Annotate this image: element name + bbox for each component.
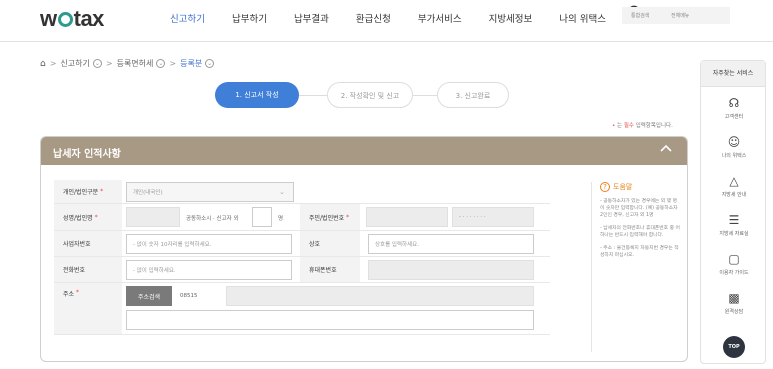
step-confirm: 2. 작성확인 및 신고 [327, 82, 413, 108]
guide-icon: ▢ [728, 252, 740, 266]
help-box: ? 도움말 - 공동하소자가 있는 경우에는 외 몇 명 이 숫자만 입력합니다… [591, 182, 681, 352]
address-search-button[interactable]: 주소검색 [126, 286, 172, 306]
phone-field[interactable]: - 없이 입력하세요. [126, 260, 292, 280]
phone-label: 전화번호 [54, 257, 122, 282]
sidebar-item-customer-center[interactable]: ☊ 고객센터 [701, 96, 767, 121]
rrn-label: 주민/법인번호 * [300, 204, 360, 230]
nav-local-tax-info[interactable]: 지방세정보 [489, 11, 533, 25]
chevron-down-icon[interactable]: ⌄ [92, 59, 102, 68]
breadcrumb-item-registration[interactable]: 등록분 [180, 58, 202, 69]
main-nav: 신고하기 납부하기 납부결과 환급신청 부가서비스 지방세정보 나의 위택스 [170, 11, 633, 25]
chevron-down-icon[interactable]: ⌄ [205, 59, 215, 68]
breadcrumb-separator: > [105, 59, 113, 68]
co-owner-count-field[interactable] [252, 207, 272, 227]
nav-additional-services[interactable]: 부가서비스 [418, 11, 462, 25]
form-row-bizno: 사업자번호 - 없이 숫자 10자리를 입력하세요. 상호 상호를 입력하세요. [54, 231, 550, 257]
help-item: - 주소 : 물건등록지 자동지번 경우는 작성하지 마십시오. [600, 246, 679, 258]
type-label: 개인/법인구분 * [54, 180, 122, 203]
chevron-down-icon: ⌄ [279, 188, 285, 196]
breadcrumb-separator: > [49, 59, 57, 68]
address-line1-field[interactable] [226, 286, 534, 306]
breadcrumb: ⌂ > 신고하기 ⌄ > 등록면허세 ⌄ > 등록분 ⌄ [40, 58, 215, 69]
step-complete: 3. 신고완료 [437, 82, 509, 108]
co-owner-unit: 명 [278, 216, 284, 222]
chevron-up-icon[interactable] [659, 142, 673, 160]
help-title: ? 도움말 [600, 182, 681, 192]
nav-payment[interactable]: 납부하기 [232, 11, 267, 25]
trade-name-label: 상호 [300, 231, 360, 256]
rrn-back-field[interactable]: - · · · · · · · [452, 207, 534, 227]
menu-label: 전체메뉴 [662, 7, 730, 24]
address-label: 주소 * [54, 283, 122, 334]
help-item: - 납세자의 전화번호나 휴대폰번호 중 어 하나는 반드시 입력해야 합니다. [600, 226, 680, 238]
type-select[interactable]: 개인(내국인) ⌄ [126, 182, 294, 202]
nav-refund[interactable]: 환급신청 [356, 11, 391, 25]
address-line2-field[interactable] [126, 310, 534, 330]
sidebar-item-my-wetax[interactable]: ☺ 나의 위택스 [701, 135, 767, 160]
nav-my-wetax[interactable]: 나의 위택스 [559, 11, 606, 25]
required-note: • 는 필수 입력항목입니다. [612, 123, 673, 129]
sidebar-item-remote-support[interactable]: ▩ 원격상담 [701, 291, 767, 316]
tax-bag-icon: △ [729, 174, 739, 188]
sidebar-item-user-guide[interactable]: ▢ 이용자 가이드 [701, 252, 767, 277]
list-icon: ☰ [728, 213, 740, 227]
question-icon: ? [600, 182, 610, 192]
breadcrumb-separator: > [169, 59, 177, 68]
name-label: 성명/법인명 * [54, 204, 122, 230]
full-menu-button[interactable]: 전체메뉴 [662, 5, 730, 24]
wetax-logo[interactable]: w tax [40, 6, 104, 32]
sidebar-item-local-tax-guide[interactable]: △ 지방세 안내 [701, 174, 767, 199]
progress-steps: 1. 신고서 작성 2. 작성확인 및 신고 3. 신고완료 [215, 82, 515, 110]
top-header: w tax 신고하기 납부하기 납부결과 환급신청 부가서비스 지방세정보 나의 … [0, 0, 773, 42]
sidebar-title: 자주찾는 서비스 [701, 61, 765, 87]
panel-title: 납세자 인적사항 [53, 149, 121, 160]
form-row-phone: 전화번호 - 없이 입력하세요. 휴대폰번호 [54, 257, 550, 283]
nav-report[interactable]: 신고하기 [170, 11, 205, 25]
help-item: - 공동하소자가 있는 경우에는 외 몇 명 이 숫자만 입력합니다. (예) … [600, 199, 678, 218]
taxpayer-info-panel: 납세자 인적사항 개인/법인구분 * 개인(내국인) ⌄ 성명/법인명 * 공동하소… [40, 136, 688, 362]
form-row-name: 성명/법인명 * 공동하소시 · 신고자 외 명 주민/법인번호 * - · · ·… [54, 204, 550, 231]
bizno-field[interactable]: - 없이 숫자 10자리를 입력하세요. [126, 234, 292, 254]
panel-header[interactable]: 납세자 인적사항 [41, 137, 687, 165]
scroll-top-button[interactable]: TOP [723, 336, 745, 358]
form-row-address: 주소 * 주소검색 08515 [54, 283, 550, 335]
home-icon[interactable]: ⌂ [40, 59, 46, 69]
chevron-down-icon[interactable]: ⌄ [156, 59, 166, 68]
step-write: 1. 신고서 작성 [215, 82, 299, 108]
nav-payment-result[interactable]: 납부결과 [294, 11, 329, 25]
mobile-field[interactable] [368, 260, 534, 280]
rrn-front-field[interactable] [366, 207, 448, 227]
name-field[interactable] [126, 207, 180, 227]
breadcrumb-item-report[interactable]: 신고하기 [60, 58, 89, 69]
co-owner-text: 공동하소시 · 신고자 외 [186, 216, 239, 222]
user-icon: ☺ [727, 135, 741, 149]
mobile-label: 휴대폰번호 [300, 257, 360, 282]
sidebar-item-local-tax-archive[interactable]: ☰ 지방세 자료실 [701, 213, 767, 238]
quick-service-sidebar: 자주찾는 서비스 ☊ 고객센터 ☺ 나의 위택스 △ 지방세 안내 ☰ 지방세 … [700, 60, 766, 364]
headset-icon: ☊ [728, 96, 740, 110]
form-row-type: 개인/법인구분 * 개인(내국인) ⌄ [54, 180, 550, 204]
breadcrumb-item-license-tax[interactable]: 등록면허세 [117, 58, 154, 69]
search-button[interactable]: 통합검색 [622, 5, 690, 24]
trade-name-field[interactable]: 상호를 입력하세요. [368, 234, 534, 254]
remote-support-icon: ▩ [728, 291, 740, 305]
bizno-label: 사업자번호 [54, 231, 122, 256]
zipcode: 08515 [180, 293, 198, 299]
